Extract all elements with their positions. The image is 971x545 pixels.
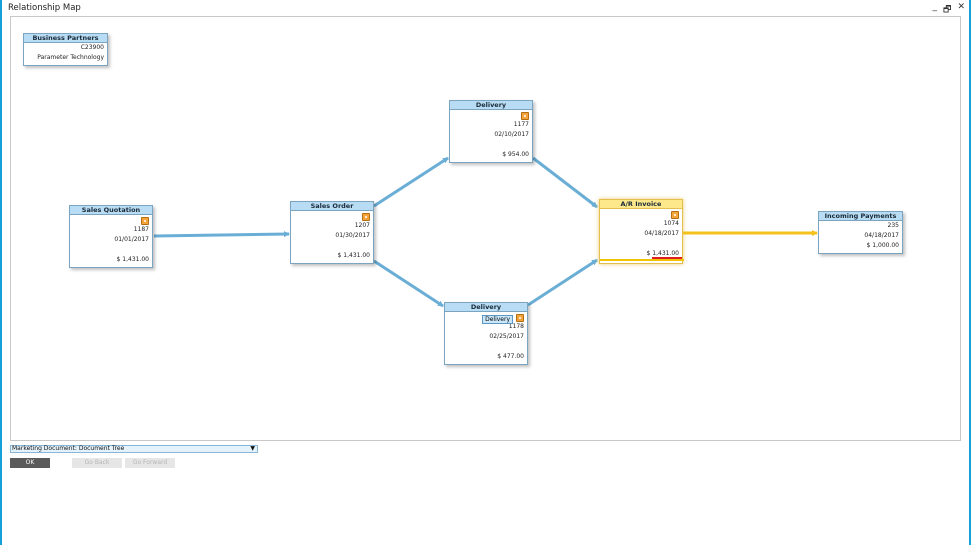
arrow-delivery-1-to-invoice [532, 156, 598, 209]
arrow-quotation-to-order [153, 231, 290, 238]
document-tree-select-value: Marketing Document: Document Tree [12, 445, 125, 452]
doc-date: 01/30/2017 [335, 232, 370, 239]
doc-date: 02/25/2017 [489, 333, 524, 340]
arrow-order-to-delivery-1 [373, 156, 449, 208]
lock-icon [521, 112, 529, 120]
node-incoming-payments[interactable]: Incoming Payments 235 04/18/2017 $ 1,000… [818, 211, 903, 254]
business-partner-name: Parameter Technology [37, 54, 104, 61]
document-tree-select[interactable]: Marketing Document: Document Tree ▼ [10, 445, 258, 453]
lock-icon [141, 217, 149, 225]
doc-date: 04/18/2017 [864, 232, 899, 239]
doc-number: 235 [887, 222, 899, 229]
doc-amount: $ 954.00 [502, 151, 529, 158]
doc-date: 01/01/2017 [114, 236, 149, 243]
doc-amount: $ 477.00 [497, 353, 524, 360]
go-back-button[interactable]: Go Back [72, 458, 122, 468]
invoice-yellow-underline [600, 259, 684, 261]
doc-date: 02/10/2017 [494, 131, 529, 138]
node-header: Delivery [445, 303, 527, 312]
node-header: Incoming Payments [819, 212, 902, 221]
doc-number: 1187 [133, 226, 149, 233]
delivery-tag: Delivery [482, 315, 513, 324]
lock-icon [362, 213, 370, 221]
edit-lock-icon [671, 211, 679, 219]
node-header: Sales Order [291, 202, 373, 211]
doc-date: 04/18/2017 [644, 230, 679, 237]
ok-button[interactable]: OK [10, 458, 50, 468]
relationship-map-window: Relationship Map _ 🗗 ✕ Business Partners… [2, 0, 969, 545]
business-partner-code: C23900 [80, 44, 104, 51]
doc-amount: $ 1,431.00 [337, 252, 370, 259]
business-partner-box[interactable]: Business Partners C23900 Parameter Techn… [23, 33, 108, 66]
node-sales-order[interactable]: Sales Order 1207 01/30/2017 $ 1,431.00 [290, 201, 374, 264]
node-delivery-2[interactable]: Delivery Delivery 1178 02/25/2017 $ 477.… [444, 302, 528, 365]
node-header: Sales Quotation [70, 206, 152, 215]
node-delivery-1[interactable]: Delivery 1177 02/10/2017 $ 954.00 [449, 100, 533, 163]
invoice-red-underline [652, 257, 682, 259]
business-partner-header: Business Partners [24, 34, 107, 43]
arrow-delivery-2-to-invoice [527, 258, 598, 307]
doc-number: 1207 [354, 222, 370, 229]
doc-number: 1074 [663, 220, 679, 227]
chevron-down-icon[interactable]: ▼ [250, 446, 255, 452]
doc-amount: $ 1,431.00 [116, 256, 149, 263]
relationship-canvas: Business Partners C23900 Parameter Techn… [10, 16, 961, 441]
node-ar-invoice[interactable]: A/R Invoice 1074 04/18/2017 $ 1,431.00 [599, 199, 684, 264]
arrow-order-to-delivery-2 [373, 259, 444, 308]
node-sales-quotation[interactable]: Sales Quotation 1187 01/01/2017 $ 1,431.… [69, 205, 153, 268]
window-title: Relationship Map [8, 3, 81, 13]
go-forward-button[interactable]: Go Forward [125, 458, 175, 468]
lock-icon [516, 314, 524, 322]
node-header: Delivery [450, 101, 532, 110]
doc-amount: $ 1,000.00 [866, 242, 899, 249]
node-header: A/R Invoice [600, 200, 682, 209]
doc-number: 1177 [513, 121, 529, 128]
